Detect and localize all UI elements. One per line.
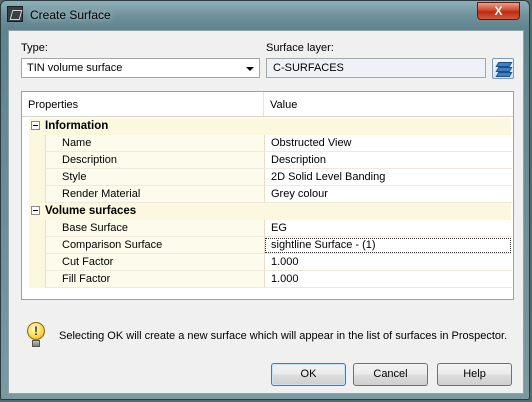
property-value-cell[interactable]: Obstructed View xyxy=(264,135,512,152)
property-value-cell[interactable]: Description xyxy=(264,152,512,169)
lightbulb-base xyxy=(32,340,40,347)
property-label: Base Surface xyxy=(62,222,129,234)
surface-layer-label: Surface layer: xyxy=(266,42,334,54)
close-button[interactable]: X xyxy=(477,2,520,20)
property-value-cell[interactable]: 1.000 xyxy=(264,271,512,288)
property-value-cell[interactable]: EG xyxy=(264,220,512,237)
layers-icon-part xyxy=(495,72,513,77)
property-label: Style xyxy=(62,171,87,183)
property-name-cell: Style xyxy=(45,169,265,186)
property-value-cell-focused[interactable]: sightline Surface - (1) xyxy=(264,237,512,254)
property-label: Description xyxy=(62,154,118,166)
app-icon xyxy=(7,6,23,22)
property-name-cell: Comparison Surface xyxy=(45,237,265,254)
row-gutter xyxy=(29,135,45,152)
category-volume-surfaces[interactable]: Volume surfaces xyxy=(29,203,511,220)
title-bar[interactable]: Create Surface X xyxy=(1,1,531,29)
property-label: Name xyxy=(62,137,92,149)
ok-button[interactable]: OK xyxy=(271,363,346,386)
category-label: Information xyxy=(45,120,109,132)
properties-grid: Properties Value Information Name Obstru… xyxy=(21,91,514,300)
row-gutter xyxy=(29,169,45,186)
row-gutter xyxy=(29,237,45,254)
property-label: Cut Factor xyxy=(62,256,114,268)
help-button[interactable]: Help xyxy=(437,363,512,386)
property-name-cell: Fill Factor xyxy=(45,271,265,288)
property-label: Comparison Surface xyxy=(62,239,163,251)
column-divider[interactable] xyxy=(263,92,264,116)
dialog-body: Type: TIN volume surface Surface layer: … xyxy=(8,30,524,394)
property-name-cell: Description xyxy=(45,152,265,169)
collapse-icon[interactable] xyxy=(31,206,40,215)
surface-layer-field: C-SURFACES xyxy=(266,58,486,78)
hint-text: Selecting OK will create a new surface w… xyxy=(59,330,508,342)
property-row-base-surface[interactable]: Base Surface EG xyxy=(29,220,512,237)
grid-rows: Information Name Obstructed View Descrip… xyxy=(29,118,512,288)
property-value-cell[interactable]: 1.000 xyxy=(264,254,512,271)
property-name-cell: Base Surface xyxy=(45,220,265,237)
property-value-cell[interactable]: 2D Solid Level Banding xyxy=(264,169,512,186)
grid-header: Properties Value xyxy=(22,92,513,117)
cancel-button[interactable]: Cancel xyxy=(353,363,428,386)
property-value: Grey colour xyxy=(271,188,328,200)
window-title: Create Surface xyxy=(30,8,111,22)
property-name-cell: Cut Factor xyxy=(45,254,265,271)
property-row-render-material[interactable]: Render Material Grey colour xyxy=(29,186,512,203)
property-value: 1.000 xyxy=(271,256,299,268)
property-label: Render Material xyxy=(62,188,141,200)
property-row-name[interactable]: Name Obstructed View xyxy=(29,135,512,152)
row-gutter xyxy=(29,254,45,271)
property-value: EG xyxy=(271,222,287,234)
property-label: Fill Factor xyxy=(62,273,111,285)
type-label: Type: xyxy=(21,42,48,54)
property-value-cell[interactable]: Grey colour xyxy=(264,186,512,203)
property-name-cell: Render Material xyxy=(45,186,265,203)
property-row-style[interactable]: Style 2D Solid Level Banding xyxy=(29,169,512,186)
property-row-fill-factor[interactable]: Fill Factor 1.000 xyxy=(29,271,512,288)
chevron-down-icon[interactable] xyxy=(246,67,254,71)
lightbulb-glyph: ! xyxy=(27,322,45,340)
property-value: Obstructed View xyxy=(271,137,352,149)
create-surface-dialog: Create Surface X Type: TIN volume surfac… xyxy=(0,0,530,400)
row-gutter xyxy=(29,152,45,169)
surface-layer-value: C-SURFACES xyxy=(273,62,344,74)
category-information[interactable]: Information xyxy=(29,118,511,135)
property-value: sightline Surface - (1) xyxy=(271,239,376,251)
type-dropdown[interactable]: TIN volume surface xyxy=(21,58,260,78)
row-gutter xyxy=(29,220,45,237)
property-value: 2D Solid Level Banding xyxy=(271,171,386,183)
column-header-properties: Properties xyxy=(28,99,79,111)
property-row-comparison-surface[interactable]: Comparison Surface sightline Surface - (… xyxy=(29,237,512,254)
property-value: Description xyxy=(271,154,327,166)
property-value: 1.000 xyxy=(271,273,299,285)
category-label: Volume surfaces xyxy=(45,205,137,217)
lightbulb-icon: ! xyxy=(26,322,46,348)
property-row-cut-factor[interactable]: Cut Factor 1.000 xyxy=(29,254,512,271)
row-gutter xyxy=(29,271,45,288)
type-dropdown-value: TIN volume surface xyxy=(27,62,123,74)
collapse-icon[interactable] xyxy=(31,121,40,130)
property-name-cell: Name xyxy=(45,135,265,152)
layer-picker-button[interactable] xyxy=(492,58,514,79)
property-row-description[interactable]: Description Description xyxy=(29,152,512,169)
row-gutter xyxy=(29,186,45,203)
column-header-value: Value xyxy=(270,99,298,111)
